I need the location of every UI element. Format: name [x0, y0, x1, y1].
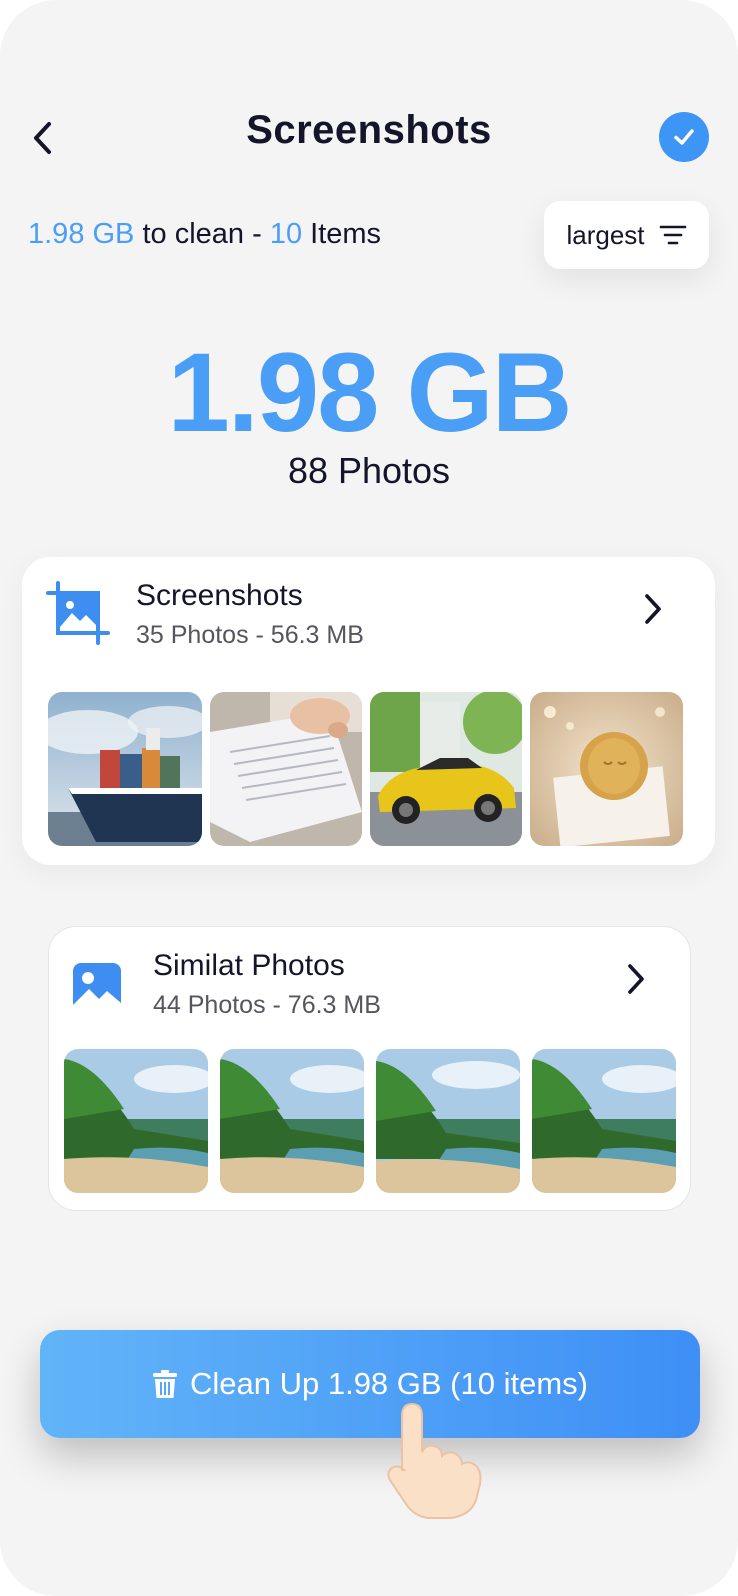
sort-label: largest — [566, 219, 645, 250]
beach-image — [64, 1049, 208, 1193]
image-icon — [73, 963, 121, 1011]
beach-image — [532, 1049, 676, 1193]
total-size: 1.98 GB — [167, 330, 572, 455]
summary-to-clean: to clean - — [142, 218, 262, 250]
chevron-right-icon — [628, 964, 644, 994]
photo-thumbnail[interactable] — [370, 692, 522, 846]
sort-button[interactable]: largest — [544, 201, 709, 269]
photo-thumbnail[interactable] — [210, 692, 362, 846]
group-title: Similat Photos — [153, 949, 345, 982]
checkmark-icon — [674, 129, 694, 145]
beach-image — [220, 1049, 364, 1193]
group-subtitle: 35 Photos - 56.3 MB — [136, 621, 364, 649]
page-title: Screenshots — [246, 108, 492, 152]
chevron-right-icon — [645, 594, 661, 624]
photo-thumbnail[interactable] — [376, 1049, 520, 1193]
total-photos: 88 Photos — [287, 450, 451, 491]
documents-image — [210, 692, 362, 846]
open-group-button[interactable] — [621, 959, 651, 999]
photo-thumbnail[interactable] — [64, 1049, 208, 1193]
beach-image — [376, 1049, 520, 1193]
summary-items-label: Items — [310, 218, 382, 250]
trash-icon — [152, 1370, 177, 1398]
clean-summary: 1.98 GB to clean - 10 Items — [28, 218, 381, 251]
group-subtitle: 44 Photos - 76.3 MB — [153, 991, 381, 1019]
sports-car-image — [370, 692, 522, 846]
photo-thumbnail[interactable] — [48, 692, 202, 846]
select-all-button[interactable] — [659, 112, 709, 162]
summary-size: 1.98 GB — [28, 218, 135, 250]
tap-hand-icon — [387, 1402, 482, 1519]
filter-icon — [659, 225, 686, 245]
crop-image-icon — [46, 581, 110, 645]
candle-image — [530, 692, 683, 846]
photo-thumbnail[interactable] — [532, 1049, 676, 1193]
thumbnail-row — [48, 692, 683, 846]
similar-photos-group-card[interactable]: Similat Photos 44 Photos - 76.3 MB — [48, 926, 691, 1211]
summary-count: 10 — [269, 218, 303, 250]
group-title: Screenshots — [136, 579, 303, 612]
app-screen: Screenshots 1.98 GB to clean - 10 Items … — [0, 0, 738, 1596]
cargo-ship-image — [48, 692, 202, 846]
photo-thumbnail[interactable] — [530, 692, 683, 846]
screenshots-group-card[interactable]: Screenshots 35 Photos - 56.3 MB — [22, 557, 715, 865]
clean-up-button[interactable]: Clean Up 1.98 GB (10 items) — [40, 1330, 700, 1438]
clean-up-label: Clean Up 1.98 GB (10 items) — [189, 1366, 588, 1401]
thumbnail-row — [64, 1049, 676, 1193]
open-group-button[interactable] — [638, 589, 668, 629]
photo-thumbnail[interactable] — [220, 1049, 364, 1193]
